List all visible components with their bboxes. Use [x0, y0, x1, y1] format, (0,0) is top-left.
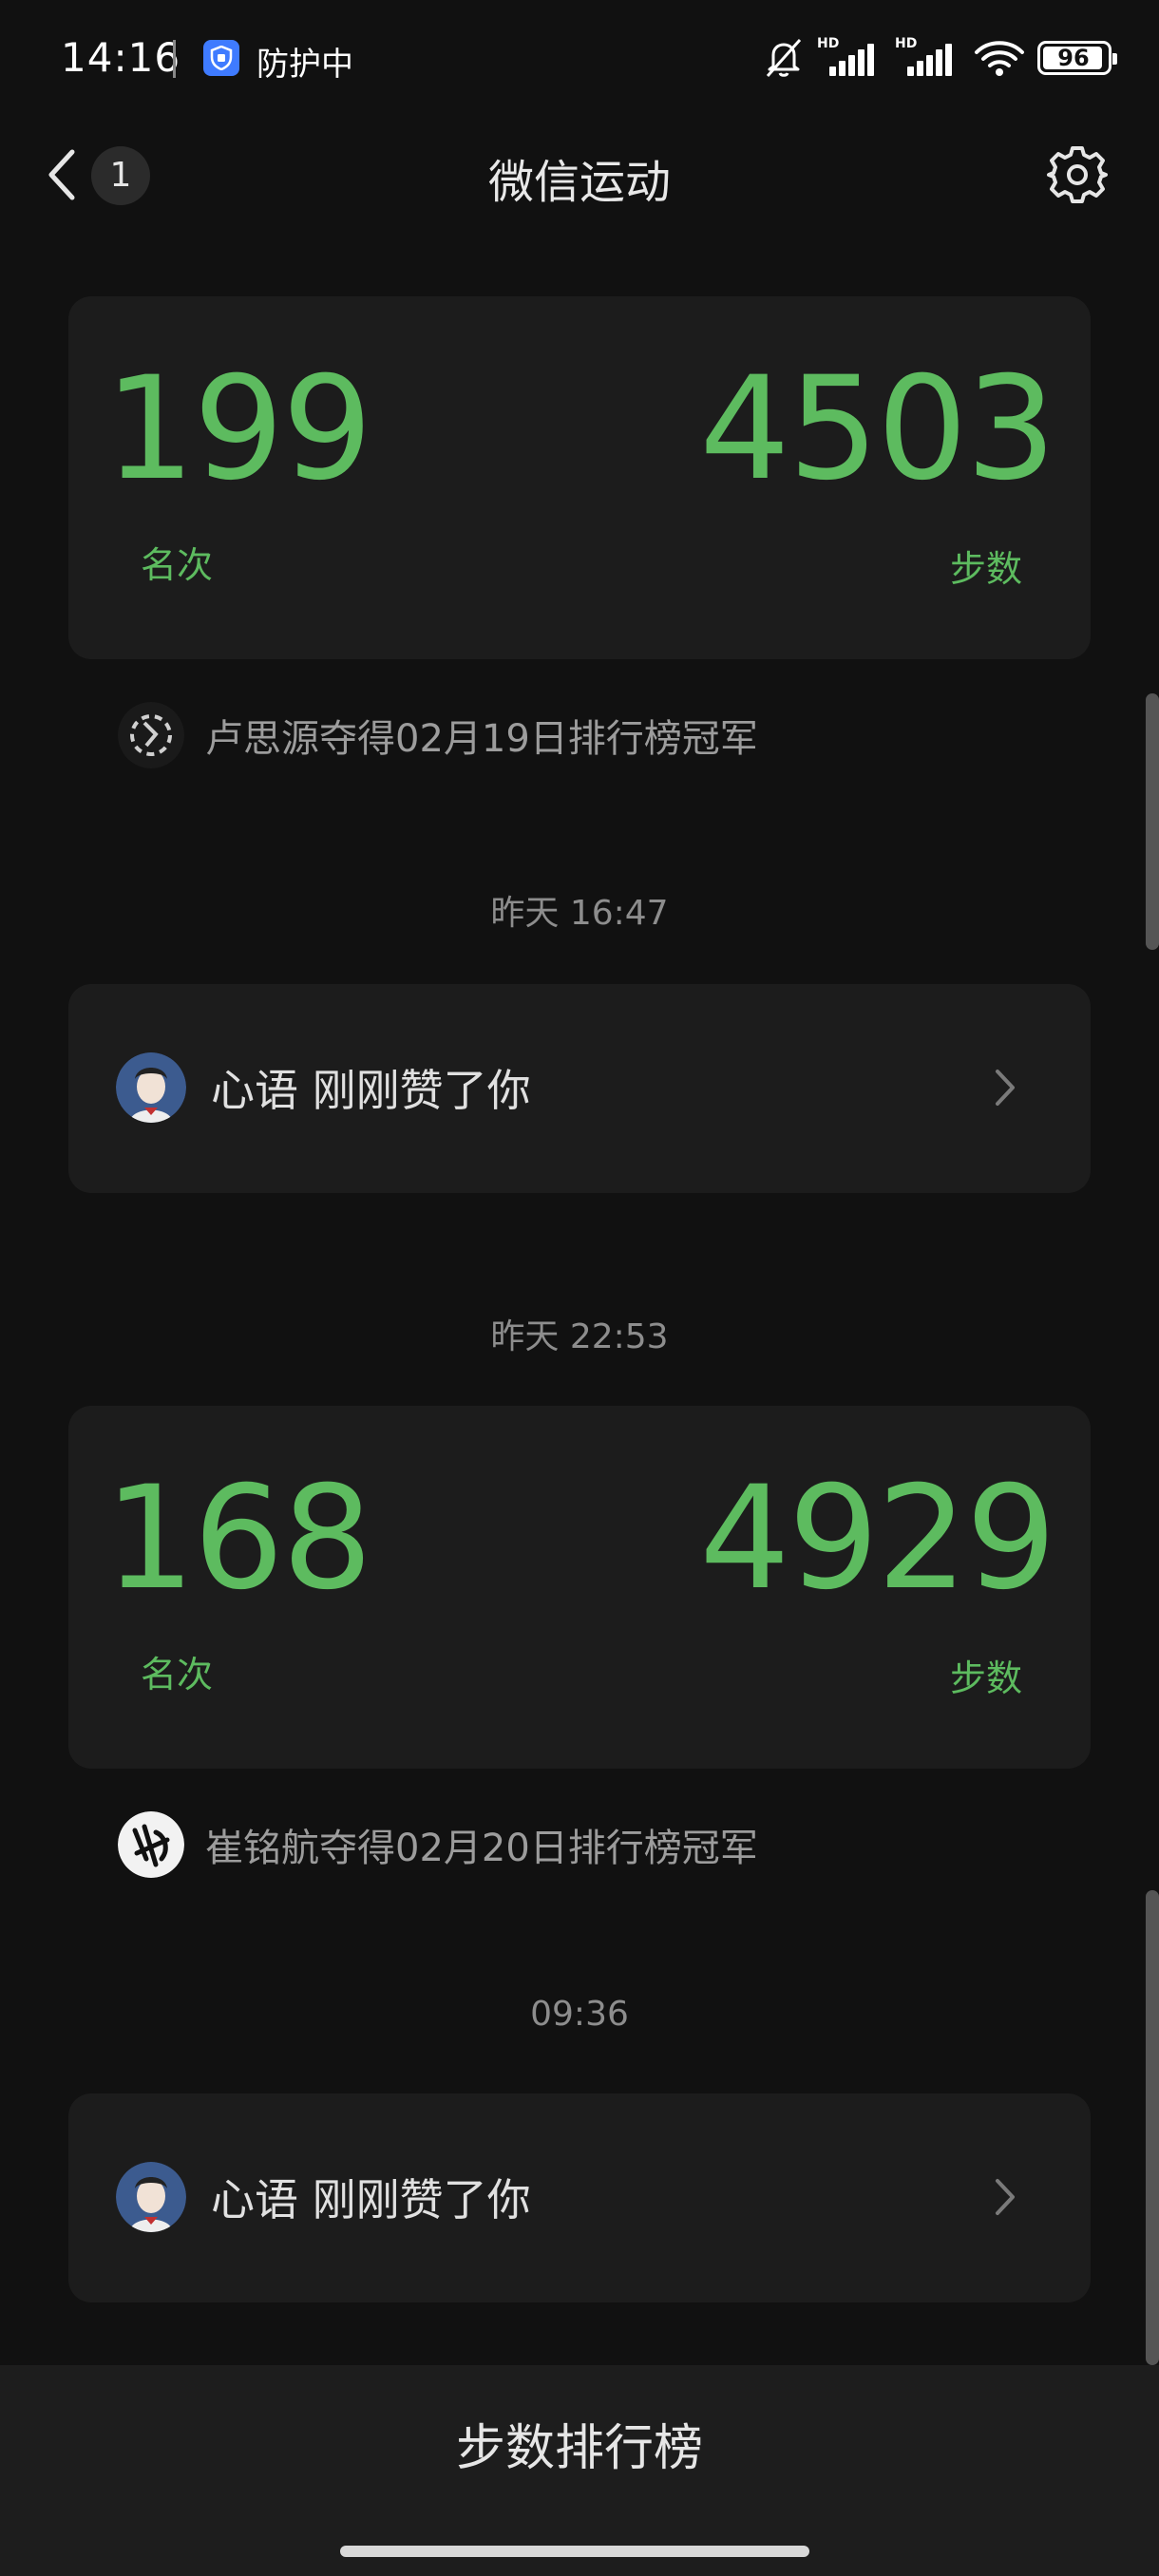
wifi-icon: [975, 41, 1024, 76]
rank-value: 168: [104, 1456, 372, 1621]
status-bar: 14:16 防护中 HD HD 96: [0, 0, 1159, 118]
steps-value: 4503: [699, 347, 1056, 512]
like-text: 心语 刚刚赞了你: [211, 2174, 531, 2226]
time-separator: 昨天 22:53: [490, 1317, 669, 1356]
champion-avatar: [118, 702, 184, 768]
scrollbar-thumb[interactable]: [1146, 1890, 1159, 2365]
champion-avatar: [118, 1811, 184, 1878]
like-notification[interactable]: 心语 刚刚赞了你: [68, 984, 1091, 1193]
rank-label: 名次: [141, 544, 214, 586]
title-bar: 1 微信运动: [0, 118, 1159, 232]
page-title: 微信运动: [487, 156, 671, 209]
status-divider: [173, 40, 176, 78]
chevron-right-icon: [996, 1070, 1015, 1106]
rank-card[interactable]: 168 4929 名次 步数: [68, 1406, 1091, 1769]
shield-icon: [203, 40, 239, 76]
rank-label: 名次: [141, 1654, 214, 1695]
rank-card[interactable]: 199 4503 名次 步数: [68, 296, 1091, 659]
hd-signal-icon: HD: [895, 36, 961, 80]
status-icons: HD HD 96: [750, 32, 1117, 84]
mute-bell-icon: [766, 38, 802, 78]
battery-icon: 96: [1037, 41, 1117, 75]
avatar: [116, 2162, 186, 2232]
bottom-bar: 步数排行榜: [0, 2365, 1159, 2576]
avatar: [116, 1052, 186, 1123]
wechat-sport-page: 14:16 防护中 HD HD 96 1 微信运动 199 4503 名次 步数…: [0, 0, 1159, 2576]
steps-label: 步数: [949, 548, 1022, 590]
steps-label: 步数: [949, 1657, 1022, 1699]
home-indicator[interactable]: [340, 2546, 809, 2557]
hd-signal-icon: HD: [817, 36, 884, 80]
step-ranking-button[interactable]: 步数排行榜: [0, 2365, 1159, 2532]
chevron-right-icon: [996, 2179, 1015, 2215]
champion-text: 卢思源夺得02月19日排行榜冠军: [205, 717, 758, 761]
champion-row[interactable]: 崔铭航夺得02月20日排行榜冠军: [118, 1807, 758, 1883]
scrollbar-thumb[interactable]: [1146, 693, 1159, 950]
like-notification[interactable]: 心语 刚刚赞了你: [68, 2093, 1091, 2302]
champion-row[interactable]: 卢思源夺得02月19日排行榜冠军: [118, 697, 758, 773]
like-text: 心语 刚刚赞了你: [211, 1065, 531, 1116]
status-time: 14:16: [61, 34, 181, 81]
rank-value: 199: [104, 347, 372, 512]
time-separator: 09:36: [530, 1995, 629, 2034]
time-separator: 昨天 16:47: [490, 894, 669, 933]
champion-text: 崔铭航夺得02月20日排行榜冠军: [205, 1827, 758, 1870]
steps-value: 4929: [699, 1456, 1056, 1621]
protect-status-label: 防护中: [256, 46, 353, 84]
battery-level: 96: [1057, 45, 1090, 71]
gear-icon[interactable]: [1045, 142, 1110, 207]
